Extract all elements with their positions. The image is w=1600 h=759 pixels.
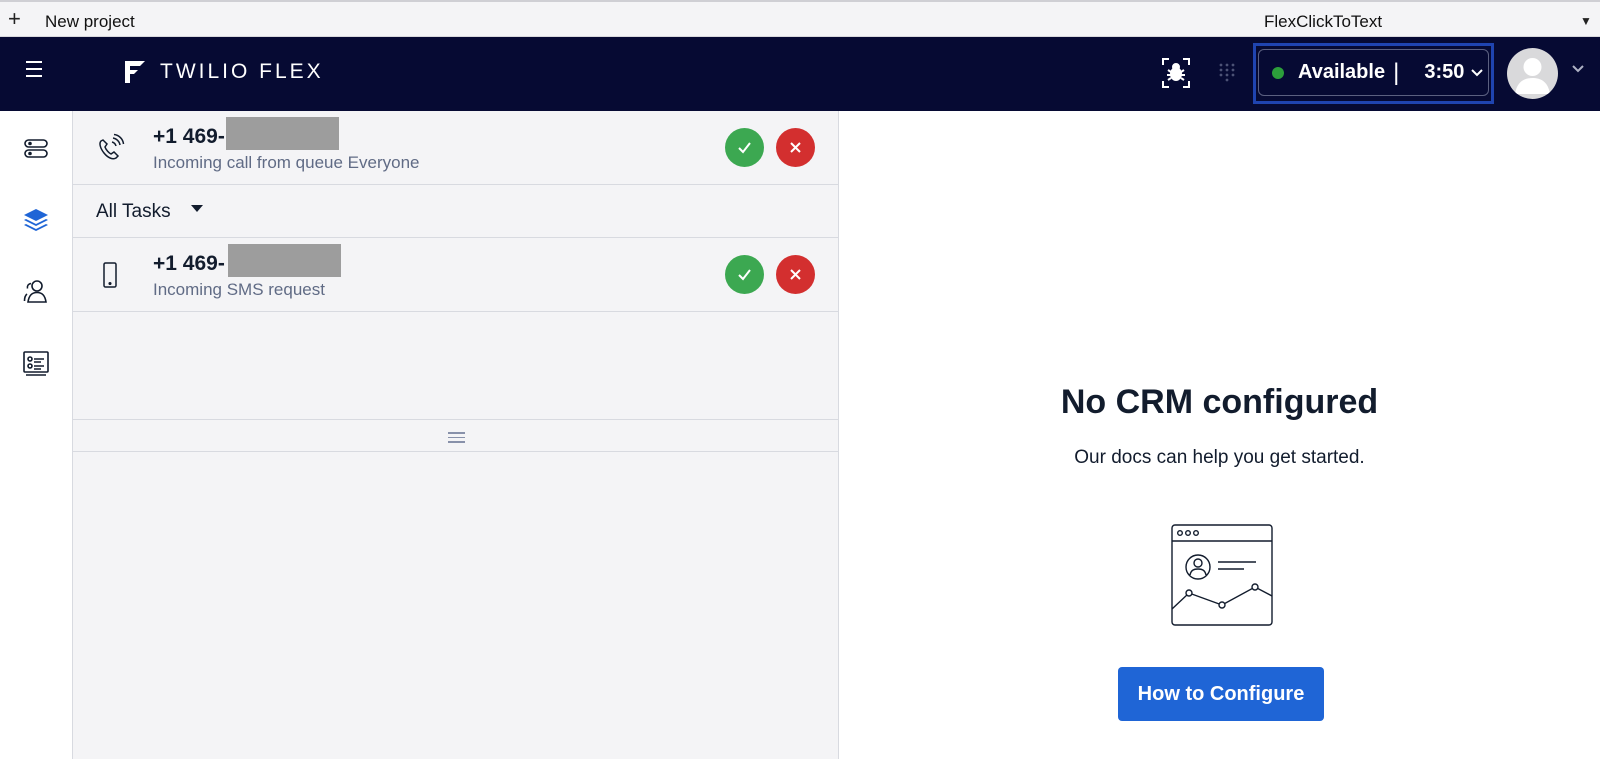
queues-stats-icon[interactable] (22, 349, 50, 377)
task-subtitle: Incoming call from queue Everyone (153, 153, 420, 172)
task-filter[interactable]: All Tasks (73, 185, 839, 238)
brand-name: TWILIO FLEX (160, 60, 324, 83)
project-tab-label[interactable]: New project (45, 12, 135, 32)
task-row-call[interactable]: +1 469- Incoming call from queue Everyon… (73, 111, 839, 185)
check-icon (738, 269, 751, 281)
debugger-icon[interactable] (1161, 57, 1191, 89)
top-header: TWILIO FLEX Available | 3:50 (0, 37, 1600, 111)
layers-icon[interactable] (22, 206, 50, 234)
user-avatar[interactable] (1507, 48, 1558, 99)
crm-panel: No CRM configured Our docs can help you … (839, 111, 1600, 759)
phone-ringing-icon (99, 133, 125, 160)
teams-icon[interactable] (22, 277, 50, 305)
pane-resize-handle[interactable] (73, 419, 839, 452)
status-timer: 3:50 (1424, 61, 1465, 83)
drag-handle-icon (448, 432, 465, 446)
crm-title: No CRM configured (1060, 383, 1379, 421)
redacted-block (226, 117, 339, 150)
user-icon (1515, 58, 1550, 94)
twilio-flex-logo: TWILIO FLEX (123, 59, 324, 85)
app-name-label: FlexClickToText (1264, 12, 1383, 31)
chevron-down-icon[interactable]: ▼ (1580, 14, 1592, 28)
mobile-phone-icon (103, 262, 117, 288)
menu-icon[interactable] (26, 61, 48, 81)
accept-task-button[interactable] (725, 255, 764, 294)
activity-status-selector[interactable]: Available | 3:50 (1258, 49, 1489, 96)
task-filter-label: All Tasks (96, 201, 171, 222)
how-to-configure-button[interactable]: How to Configure (1118, 667, 1324, 721)
redacted-block (228, 244, 341, 277)
crm-subtitle: Our docs can help you get started. (1074, 447, 1365, 468)
status-divider: | (1393, 58, 1400, 86)
task-phone-number: +1 469- (153, 252, 225, 275)
close-icon (790, 269, 801, 280)
reject-task-button[interactable] (776, 255, 815, 294)
chevron-down-icon (1471, 68, 1484, 76)
tab-strip: + New project FlexClickToText ▼ (0, 0, 1600, 37)
accept-task-button[interactable] (725, 128, 764, 167)
plus-icon[interactable]: + (8, 8, 21, 30)
status-label: Available (1298, 61, 1386, 83)
task-phone-number: +1 469- (153, 125, 225, 148)
chevron-down-icon[interactable] (1572, 65, 1584, 73)
agent-desktop-icon[interactable] (22, 135, 50, 163)
dialpad-icon[interactable] (1218, 63, 1236, 83)
side-navigation (0, 111, 73, 759)
caret-down-icon (191, 205, 203, 212)
task-list-pane: +1 469- Incoming call from queue Everyon… (73, 111, 839, 759)
check-icon (738, 142, 751, 154)
crm-illustration-icon (1171, 524, 1273, 626)
status-indicator-dot (1272, 66, 1284, 79)
task-subtitle: Incoming SMS request (153, 280, 325, 299)
reject-task-button[interactable] (776, 128, 815, 167)
close-icon (790, 142, 801, 153)
flex-logo-icon (125, 61, 145, 83)
task-row-sms[interactable]: +1 469- Incoming SMS request (73, 238, 839, 312)
